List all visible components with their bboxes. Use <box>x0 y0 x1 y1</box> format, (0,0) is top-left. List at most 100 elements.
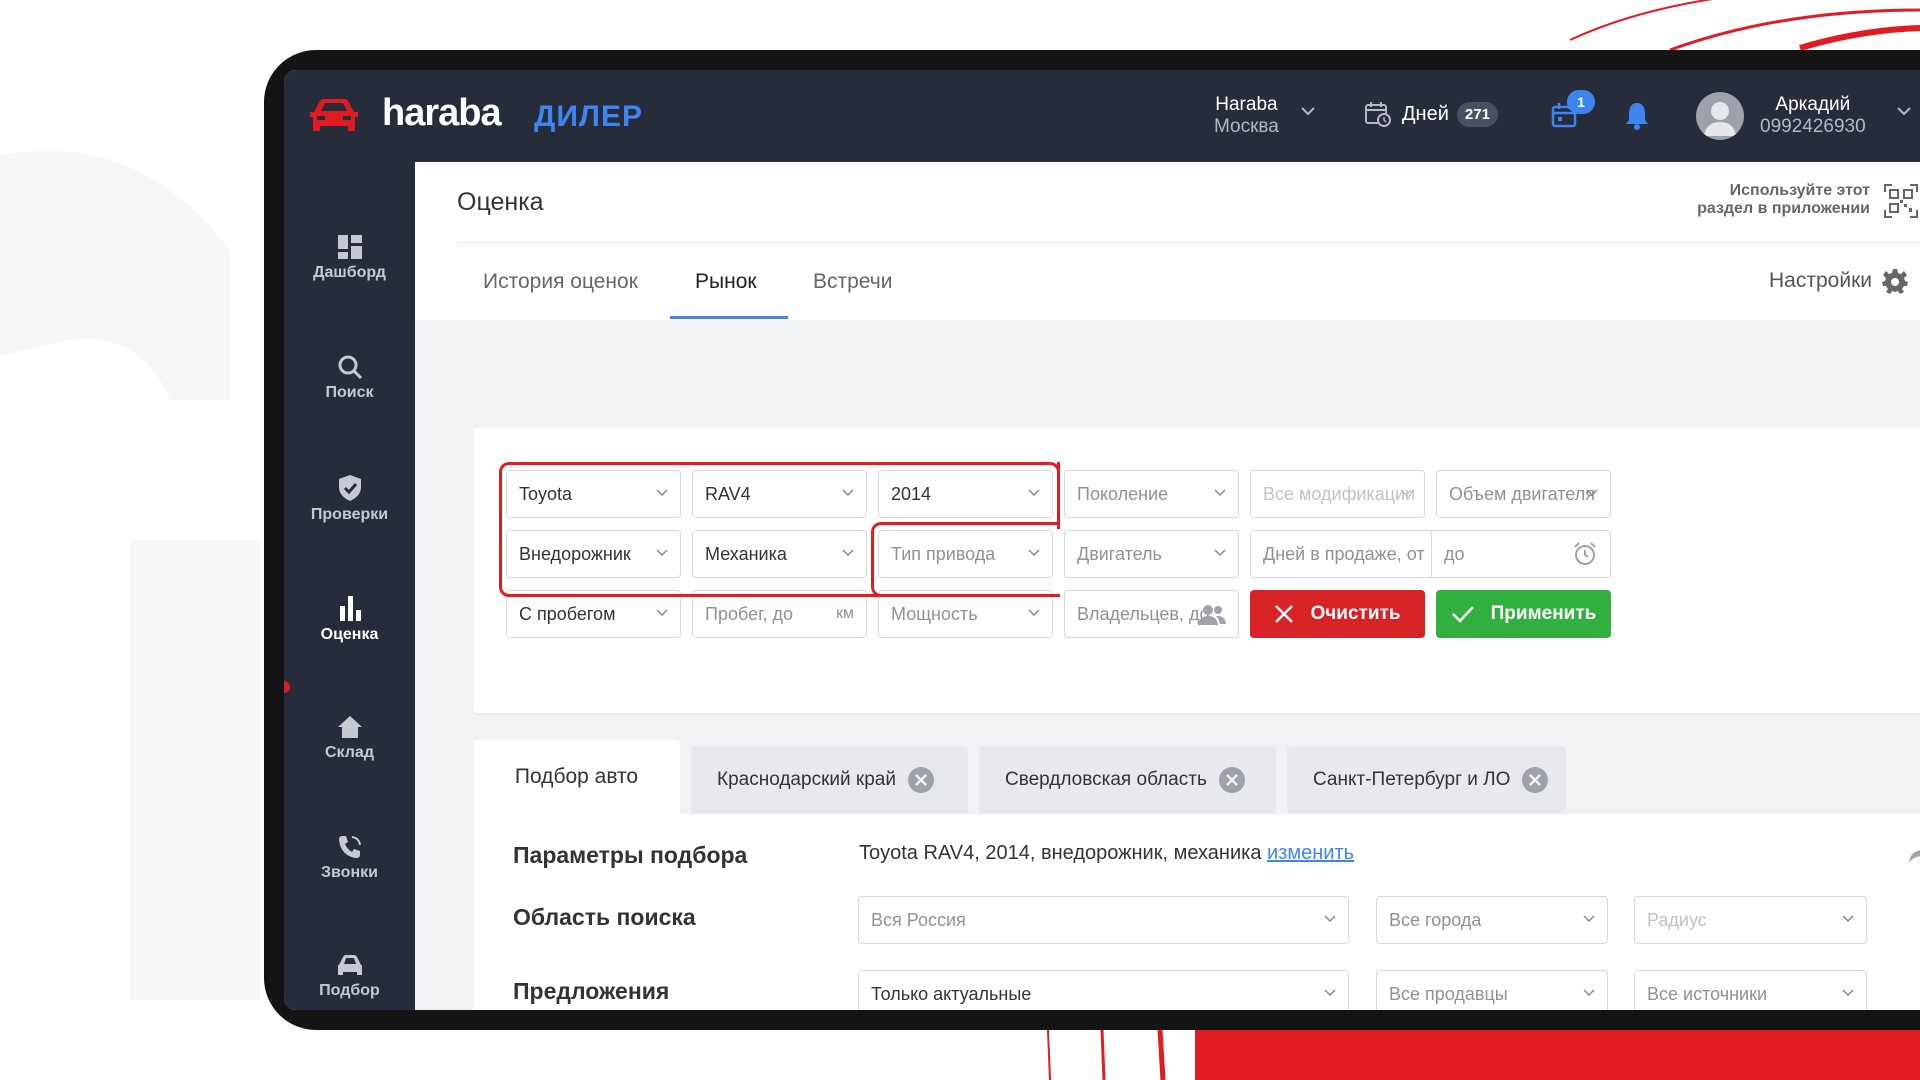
sidebar-item-label: Дашборд <box>313 264 386 281</box>
power-select[interactable]: Мощность <box>878 590 1053 638</box>
chevron-down-icon <box>1324 989 1336 997</box>
engine-volume-select[interactable]: Объем двигателя <box>1436 470 1611 518</box>
user-info[interactable]: Аркадий 0992426930 <box>1760 94 1866 138</box>
tab-history[interactable]: История оценок <box>483 270 638 294</box>
days-on-sale-to-input[interactable]: до <box>1431 530 1611 578</box>
chevron-down-icon <box>1583 989 1595 997</box>
dashboard-icon <box>337 235 362 259</box>
company-selector[interactable]: Haraba Москва <box>1214 94 1279 138</box>
settings-label: Настройки <box>1769 269 1872 292</box>
tab-market[interactable]: Рынок <box>695 270 757 294</box>
shield-check-icon <box>338 475 361 501</box>
tab-label: Свердловская область <box>1005 769 1207 790</box>
sidebar-item-search[interactable]: Поиск <box>284 354 415 402</box>
tab-sverdlovsk[interactable]: Свердловская область <box>979 746 1276 814</box>
gear-icon <box>1882 269 1908 294</box>
app-hint: Используйте этот раздел в приложении <box>1697 182 1870 218</box>
area-label: Область поиска <box>513 904 696 930</box>
bell-icon[interactable] <box>1624 100 1650 130</box>
chevron-down-icon <box>1028 609 1040 617</box>
active-indicator <box>284 681 290 693</box>
active-tab-underline <box>670 316 788 319</box>
highlight-outline <box>499 462 1060 529</box>
clear-label: Очистить <box>1310 603 1401 624</box>
chevron-down-icon[interactable] <box>1300 106 1316 116</box>
days-on-sale-from-input[interactable]: Дней в продаже, от <box>1250 530 1432 578</box>
avatar[interactable] <box>1696 92 1744 140</box>
sidebar-item-checks[interactable]: Проверки <box>284 474 415 524</box>
params-summary: Toyota RAV4, 2014, внедорожник, механика… <box>859 842 1354 865</box>
sidebar-item-valuation[interactable]: Оценка <box>284 594 415 644</box>
brand-product: ДИЛЕР <box>534 100 644 133</box>
qr-code-icon[interactable] <box>1884 184 1918 218</box>
modification-placeholder: Все модификации <box>1263 484 1416 504</box>
chevron-down-icon <box>1583 915 1595 923</box>
sellers-value: Все продавцы <box>1389 984 1508 1004</box>
sidebar-item-warehouse[interactable]: Склад <box>284 714 415 762</box>
company-city: Москва <box>1214 116 1279 137</box>
change-link[interactable]: изменить <box>1267 842 1354 864</box>
sources-select[interactable]: Все источники <box>1634 970 1867 1010</box>
tab-label: Краснодарский край <box>717 769 896 790</box>
mileage-type-select[interactable]: С пробегом <box>506 590 681 638</box>
radius-select[interactable]: Радиус <box>1634 896 1867 944</box>
tab-car-selection[interactable]: Подбор авто <box>473 740 680 814</box>
sidebar-item-label: Подбор <box>319 982 380 999</box>
highlight-outline <box>499 526 879 597</box>
mileage-input[interactable]: Пробег, до км <box>692 590 867 638</box>
search-icon <box>338 355 362 380</box>
sidebar-item-dashboard[interactable]: Дашборд <box>284 234 415 282</box>
highlight-outline <box>1057 462 1060 529</box>
chevron-down-icon[interactable] <box>1896 106 1912 116</box>
apply-button[interactable]: Применить <box>1436 590 1611 638</box>
region-select[interactable]: Вся Россия <box>858 896 1349 944</box>
engine-select[interactable]: Двигатель <box>1064 530 1239 578</box>
close-tab-icon[interactable] <box>907 767 934 793</box>
generation-placeholder: Поколение <box>1077 484 1169 504</box>
app-hint-line: раздел в приложении <box>1697 200 1870 217</box>
alarm-clock-icon <box>1574 542 1596 565</box>
sidebar: Дашборд Поиск Проверки Оценка Склад Звон… <box>284 162 415 1010</box>
days-indicator[interactable]: Дней 271 <box>1364 100 1498 128</box>
days-to-placeholder: до <box>1444 544 1465 564</box>
brand-name[interactable]: haraba <box>382 92 502 135</box>
phone-icon <box>338 836 361 858</box>
home-icon <box>337 716 362 738</box>
share-icon[interactable] <box>1908 844 1920 864</box>
tab-meetings[interactable]: Встречи <box>813 270 892 294</box>
sidebar-item-calls[interactable]: Звонки <box>284 834 415 882</box>
sidebar-item-label: Склад <box>325 744 374 761</box>
chevron-down-icon <box>1842 989 1854 997</box>
tab-krasnodar[interactable]: Краснодарский край <box>691 746 968 814</box>
apply-label: Применить <box>1490 603 1597 624</box>
tab-spb[interactable]: Санкт-Петербург и ЛО <box>1287 746 1566 814</box>
settings-button[interactable]: Настройки <box>1769 268 1908 294</box>
params-label: Параметры подбора <box>513 842 748 868</box>
filter-panel: Toyota RAV4 2014 Поколение Все модификац… <box>473 428 1920 713</box>
tab-label: Подбор авто <box>514 765 639 788</box>
chevron-down-icon <box>1842 915 1854 923</box>
generation-select[interactable]: Поколение <box>1064 470 1239 518</box>
close-tab-icon[interactable] <box>1522 767 1549 793</box>
app-hint-line: Используйте этот <box>1729 182 1870 199</box>
engine-volume-placeholder: Объем двигателя <box>1449 484 1595 504</box>
city-select[interactable]: Все города <box>1376 896 1608 944</box>
stage: haraba ДИЛЕР Haraba Москва Дней 271 1 Ар… <box>0 0 1920 1080</box>
chevron-down-icon <box>1400 489 1412 497</box>
sidebar-item-label: Проверки <box>310 506 389 523</box>
offers-value: Только актуальные <box>871 984 1032 1004</box>
company-name: Haraba <box>1215 94 1278 115</box>
sellers-select[interactable]: Все продавцы <box>1376 970 1608 1010</box>
tab-label: Санкт-Петербург и ЛО <box>1313 769 1511 790</box>
clear-button[interactable]: Очистить <box>1250 590 1425 638</box>
page-header: Оценка Используйте этот раздел в приложе… <box>415 162 1920 320</box>
car-icon <box>337 955 362 975</box>
sidebar-item-label: Звонки <box>321 864 378 881</box>
owners-input[interactable]: Владельцев, до <box>1064 590 1239 638</box>
close-tab-icon[interactable] <box>1218 767 1245 793</box>
modification-select[interactable]: Все модификации <box>1250 470 1425 518</box>
mileage-placeholder: Пробег, до <box>705 604 793 624</box>
offers-select[interactable]: Только актуальные <box>858 970 1349 1010</box>
sidebar-item-selection[interactable]: Подбор <box>284 954 415 1000</box>
sources-value: Все источники <box>1647 984 1768 1004</box>
